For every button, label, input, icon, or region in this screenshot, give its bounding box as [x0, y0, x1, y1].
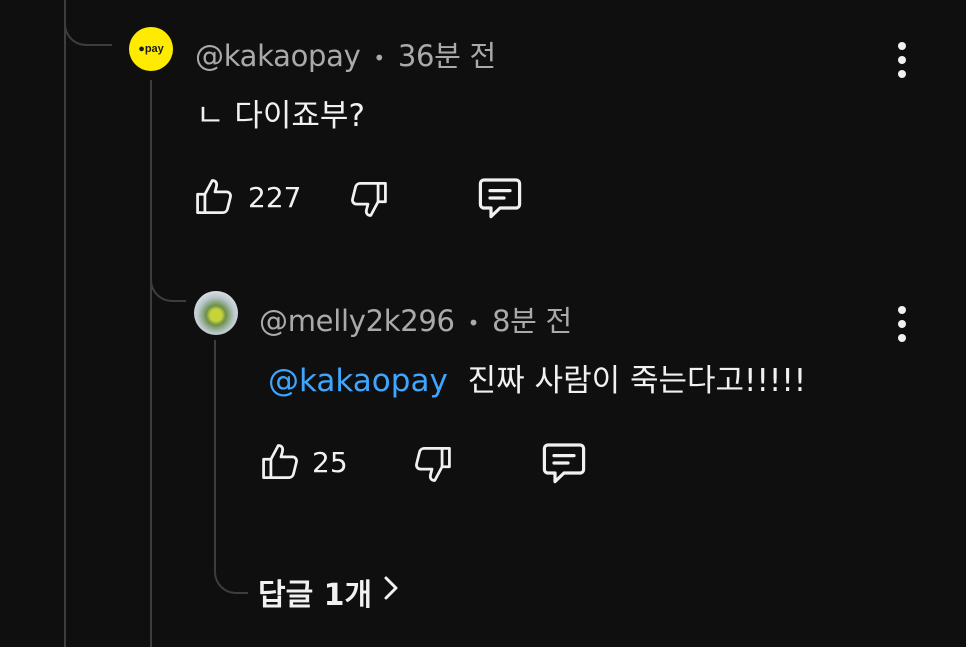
- meta-separator: •: [467, 311, 480, 335]
- author-handle[interactable]: @melly2k296: [259, 304, 455, 338]
- like-count: 227: [248, 181, 302, 214]
- author-handle[interactable]: @kakaopay: [195, 39, 361, 73]
- comment-meta: @melly2k296 • 8분 전: [259, 298, 572, 340]
- thread-connector-reply: [150, 250, 186, 302]
- thread-connector-top: [64, 0, 112, 46]
- avatar-kakaopay[interactable]: ●pay: [129, 27, 173, 71]
- view-replies-button[interactable]: 답글 1개: [258, 570, 400, 614]
- like-icon[interactable]: [259, 440, 303, 484]
- thread-connector-more-replies: [214, 548, 248, 594]
- comment-meta: @kakaopay • 36분 전: [195, 33, 496, 75]
- avatar-logo-text: ●pay: [138, 43, 164, 55]
- mention-link[interactable]: @kakaopay: [268, 363, 448, 399]
- avatar-melly2k296[interactable]: [194, 291, 238, 335]
- reply-icon[interactable]: [540, 439, 588, 485]
- like-icon[interactable]: [193, 175, 237, 219]
- comment-text: ㄴ 다이죠부?: [196, 98, 365, 134]
- dislike-icon[interactable]: [410, 442, 454, 486]
- chevron-right-icon: [382, 574, 400, 610]
- comment-time: 8분 전: [492, 304, 572, 338]
- reply-icon[interactable]: [476, 174, 524, 220]
- comment-text-body: 진짜 사람이 죽는다고!!!!!: [467, 363, 807, 399]
- thread-line-inner: [150, 80, 152, 647]
- comment-time: 36분 전: [397, 39, 496, 73]
- like-count: 25: [312, 446, 348, 479]
- view-replies-label: 답글 1개: [258, 578, 373, 613]
- comment-text: @kakaopay 진짜 사람이 죽는다고!!!!!: [268, 355, 806, 400]
- more-options-icon[interactable]: [896, 306, 908, 346]
- thread-line-outer: [64, 0, 66, 647]
- dislike-icon[interactable]: [346, 177, 390, 221]
- meta-separator: •: [373, 46, 385, 70]
- thread-line-reply: [214, 340, 216, 560]
- more-options-icon[interactable]: [896, 42, 908, 82]
